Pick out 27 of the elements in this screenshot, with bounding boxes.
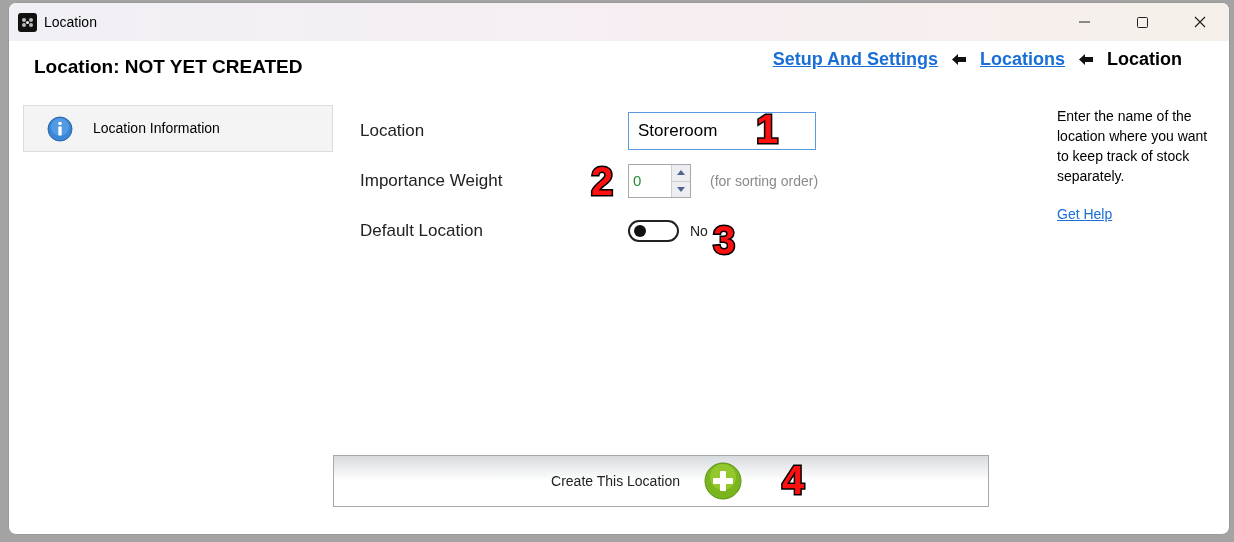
field-label: Default Location xyxy=(360,221,483,241)
app-icon xyxy=(18,12,37,32)
hint-text: (for sorting order) xyxy=(710,171,819,191)
breadcrumb-current: Location xyxy=(1107,47,1182,71)
close-icon xyxy=(1194,16,1206,28)
toggle-switch[interactable] xyxy=(628,220,679,242)
field-label: Importance Weight xyxy=(360,171,503,191)
maximize-icon xyxy=(1136,16,1148,28)
window-title: Location xyxy=(44,12,97,32)
callout-number: 1 xyxy=(756,109,779,149)
minimize-icon xyxy=(1078,21,1090,23)
toggle-state-text: No xyxy=(690,221,708,241)
help-text: Enter the name of the location where you want to keep track of stock separately. xyxy=(1057,107,1209,186)
number-spinner[interactable]: 0 xyxy=(628,164,691,198)
callout-number: 2 xyxy=(591,161,614,201)
info-icon xyxy=(47,115,73,142)
page-title: Location: NOT YET CREATED xyxy=(34,54,303,79)
breadcrumb-link[interactable]: Locations xyxy=(980,45,1065,73)
left-arrow-icon xyxy=(1079,53,1093,65)
field-label: Location xyxy=(360,121,425,141)
callout-number: 3 xyxy=(713,220,736,260)
plus-icon xyxy=(703,462,742,500)
breadcrumb-link[interactable]: Setup And Settings xyxy=(772,45,938,73)
get-help-link[interactable]: Get Help xyxy=(1057,204,1113,225)
sidebar-item[interactable]: Location Information xyxy=(23,105,333,152)
left-arrow-icon xyxy=(952,53,966,65)
callout-number: 4 xyxy=(782,460,805,500)
